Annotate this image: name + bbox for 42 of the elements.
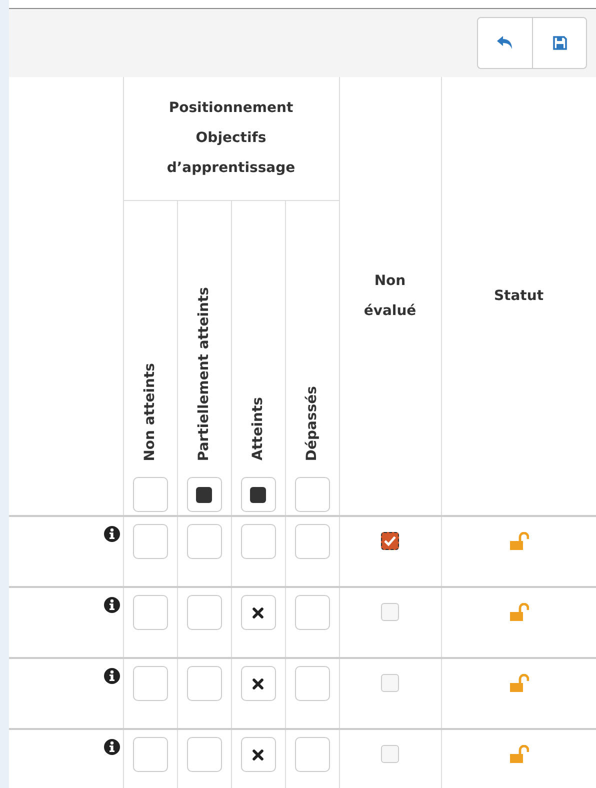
column-heading: Non évalué: [362, 272, 418, 321]
open-lock-icon[interactable]: [508, 532, 529, 550]
open-lock-icon[interactable]: [508, 603, 529, 621]
level-checkbox[interactable]: [240, 666, 276, 701]
not-evaluated-checkbox[interactable]: [381, 532, 399, 550]
save-icon: [552, 36, 566, 50]
level-checkbox[interactable]: [132, 524, 168, 559]
column-checkbox[interactable]: [240, 477, 276, 512]
level-checkbox[interactable]: [294, 666, 330, 701]
cross-icon: [252, 678, 264, 690]
level-checkbox[interactable]: [240, 524, 276, 559]
level-checkbox[interactable]: [186, 595, 222, 630]
open-lock-icon[interactable]: [508, 745, 529, 763]
level-checkbox[interactable]: [186, 666, 222, 701]
column-checkbox[interactable]: [186, 477, 222, 512]
level-checkbox[interactable]: [294, 737, 330, 772]
info-icon[interactable]: [104, 526, 120, 542]
level-checkbox[interactable]: [240, 737, 276, 772]
level-checkbox[interactable]: [132, 595, 168, 630]
cross-icon: [252, 748, 264, 760]
cross-icon: [252, 606, 264, 618]
level-checkbox[interactable]: [186, 524, 222, 559]
info-icon[interactable]: [104, 668, 120, 684]
save-button[interactable]: [532, 18, 586, 68]
column-heading: Partiellement atteints: [196, 286, 212, 461]
level-checkbox[interactable]: [186, 737, 222, 772]
column-group-heading: Positionnement Objectifs d’apprentissage: [166, 99, 296, 178]
undo-icon: [497, 36, 513, 50]
level-checkbox[interactable]: [294, 524, 330, 559]
info-icon[interactable]: [104, 597, 120, 613]
level-checkbox[interactable]: [240, 595, 276, 630]
level-checkbox[interactable]: [132, 666, 168, 701]
column-checkbox[interactable]: [132, 477, 168, 512]
open-lock-icon[interactable]: [508, 674, 529, 692]
info-icon[interactable]: [104, 739, 120, 755]
column-heading: Statut: [494, 288, 544, 304]
column-checkbox[interactable]: [294, 477, 330, 512]
level-checkbox[interactable]: [132, 737, 168, 772]
column-heading: Non atteints: [142, 362, 158, 461]
level-checkbox[interactable]: [294, 595, 330, 630]
column-heading: Atteints: [250, 397, 266, 461]
column-heading: Dépassés: [304, 386, 320, 461]
